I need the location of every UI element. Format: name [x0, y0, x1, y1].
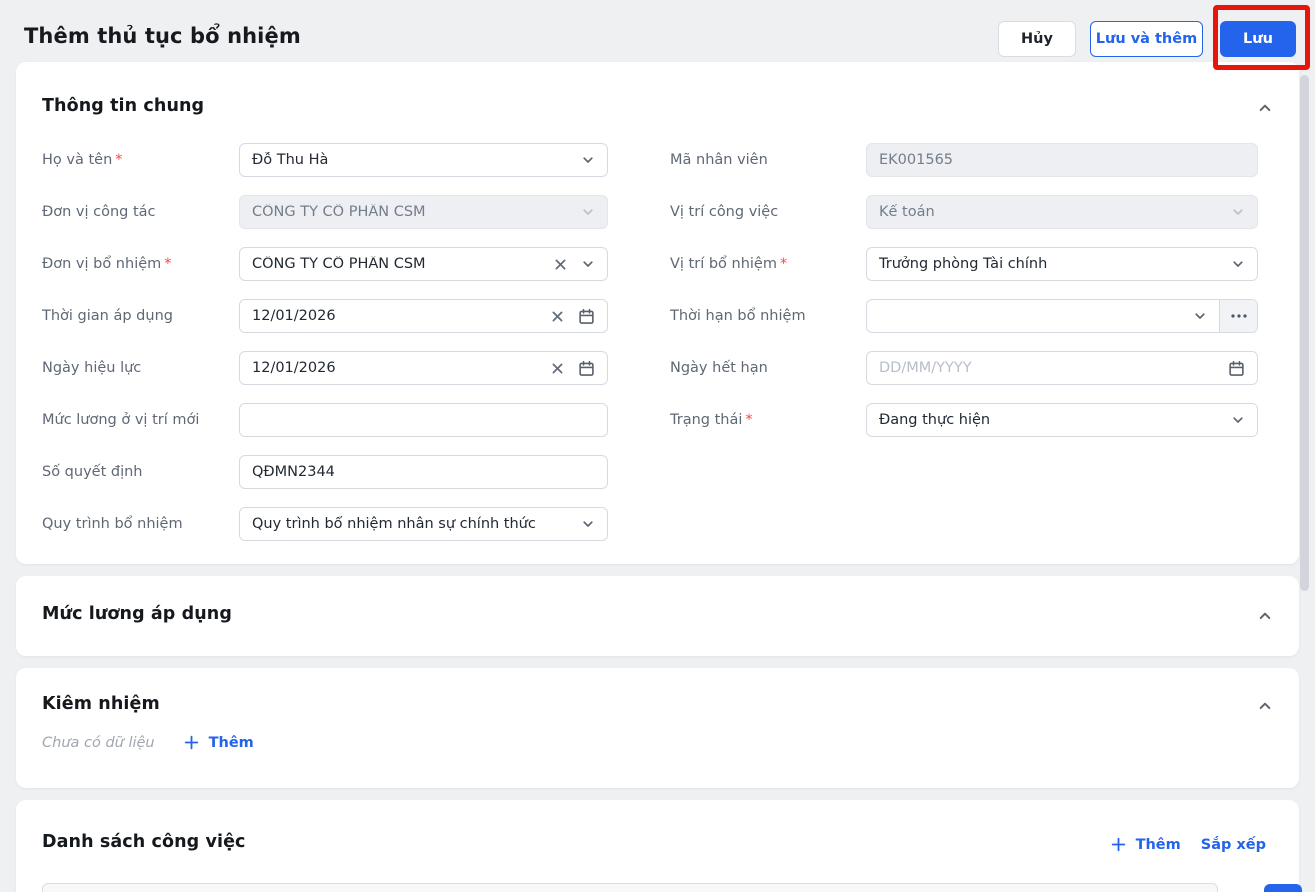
add-concurrent-button[interactable]: Thêm — [183, 734, 254, 751]
vertical-scrollbar[interactable] — [1300, 75, 1309, 591]
status-label: Trạng thái * — [670, 412, 753, 428]
field-row: Mã nhân viên EK001565 — [16, 143, 1299, 177]
general-info-card: Thông tin chung Họ và tên * Đỗ Thu Hà Mã … — [16, 62, 1299, 564]
appointment-position-select[interactable]: Trưởng phòng Tài chính — [866, 247, 1258, 281]
sort-tasks-button[interactable]: Sắp xếp — [1201, 837, 1266, 853]
decision-number-input[interactable] — [252, 464, 595, 480]
chevron-up-icon — [1259, 612, 1271, 620]
add-task-button[interactable]: Thêm — [1110, 836, 1181, 853]
appointment-position-label: Vị trí bổ nhiệm * — [670, 256, 788, 272]
save-button[interactable]: Lưu — [1220, 21, 1296, 57]
save-and-add-button[interactable]: Lưu và thêm — [1090, 21, 1203, 57]
job-position-select: Kế toán — [866, 195, 1258, 229]
field-row: Số quyết định — [16, 455, 1299, 489]
employee-code-label: Mã nhân viên — [670, 152, 768, 168]
more-options-button[interactable] — [1219, 300, 1257, 332]
chevron-up-icon — [1259, 104, 1271, 112]
more-options-icon — [1230, 314, 1247, 318]
appointment-term-select[interactable] — [866, 299, 1258, 333]
concurrent-card: Kiêm nhiệm Chưa có dữ liệu Thêm — [16, 668, 1299, 788]
decision-number-field[interactable] — [239, 455, 608, 489]
cancel-button[interactable]: Hủy — [998, 21, 1076, 57]
plus-icon — [184, 735, 198, 750]
section-title-tasks: Danh sách công việc — [42, 832, 246, 852]
collapse-salary-button[interactable] — [1257, 608, 1273, 628]
empty-data-text: Chưa có dữ liệu — [42, 734, 155, 751]
tasks-actions: Thêm Sắp xếp — [1110, 836, 1266, 853]
field-row: Ngày hết hạn — [16, 351, 1299, 385]
expiry-date-input[interactable] — [866, 351, 1258, 385]
salary-card: Mức lương áp dụng — [16, 576, 1299, 656]
employee-code-input: EK001565 — [866, 143, 1258, 177]
chevron-down-icon — [1233, 417, 1243, 423]
chevron-down-icon — [1233, 261, 1243, 267]
chevron-down-icon — [1233, 209, 1243, 215]
section-title-concurrent: Kiêm nhiệm — [42, 694, 160, 714]
appointment-process-label: Quy trình bổ nhiệm — [42, 516, 183, 532]
job-position-label: Vị trí công việc — [670, 204, 779, 220]
calendar-icon[interactable] — [1228, 360, 1245, 377]
appointment-term-label: Thời hạn bổ nhiệm — [670, 308, 806, 324]
section-title-general: Thông tin chung — [42, 96, 205, 116]
field-row: Thời hạn bổ nhiệm — [16, 299, 1299, 333]
field-row: Trạng thái * Đang thực hiện — [16, 403, 1299, 437]
decision-number-label: Số quyết định — [42, 464, 143, 480]
page-title: Thêm thủ tục bổ nhiệm — [24, 24, 301, 48]
chevron-down-icon — [1195, 313, 1205, 319]
status-select[interactable]: Đang thực hiện — [866, 403, 1258, 437]
field-row: Vị trí bổ nhiệm * Trưởng phòng Tài chính — [16, 247, 1299, 281]
expiry-date-label: Ngày hết hạn — [670, 360, 768, 376]
collapse-general-button[interactable] — [1257, 100, 1273, 120]
chevron-up-icon — [1259, 702, 1271, 710]
concurrent-empty-row: Chưa có dữ liệu Thêm — [42, 734, 254, 751]
required-asterisk: * — [745, 412, 753, 428]
plus-icon — [1111, 837, 1125, 852]
field-row: Quy trình bổ nhiệm Quy trình bổ nhiệm nh… — [16, 507, 1299, 541]
task-row-save-button[interactable] — [1264, 884, 1302, 892]
chevron-down-icon — [583, 521, 593, 527]
field-row: Vị trí công việc Kế toán — [16, 195, 1299, 229]
collapse-concurrent-button[interactable] — [1257, 698, 1273, 718]
required-asterisk: * — [779, 256, 788, 272]
task-row-input[interactable] — [42, 883, 1218, 892]
tasks-card: Danh sách công việc Thêm Sắp xếp — [16, 800, 1302, 892]
section-title-salary: Mức lương áp dụng — [42, 604, 232, 624]
expiry-date-text-input[interactable] — [879, 360, 1214, 376]
appointment-process-select[interactable]: Quy trình bổ nhiệm nhân sự chính thức — [239, 507, 608, 541]
